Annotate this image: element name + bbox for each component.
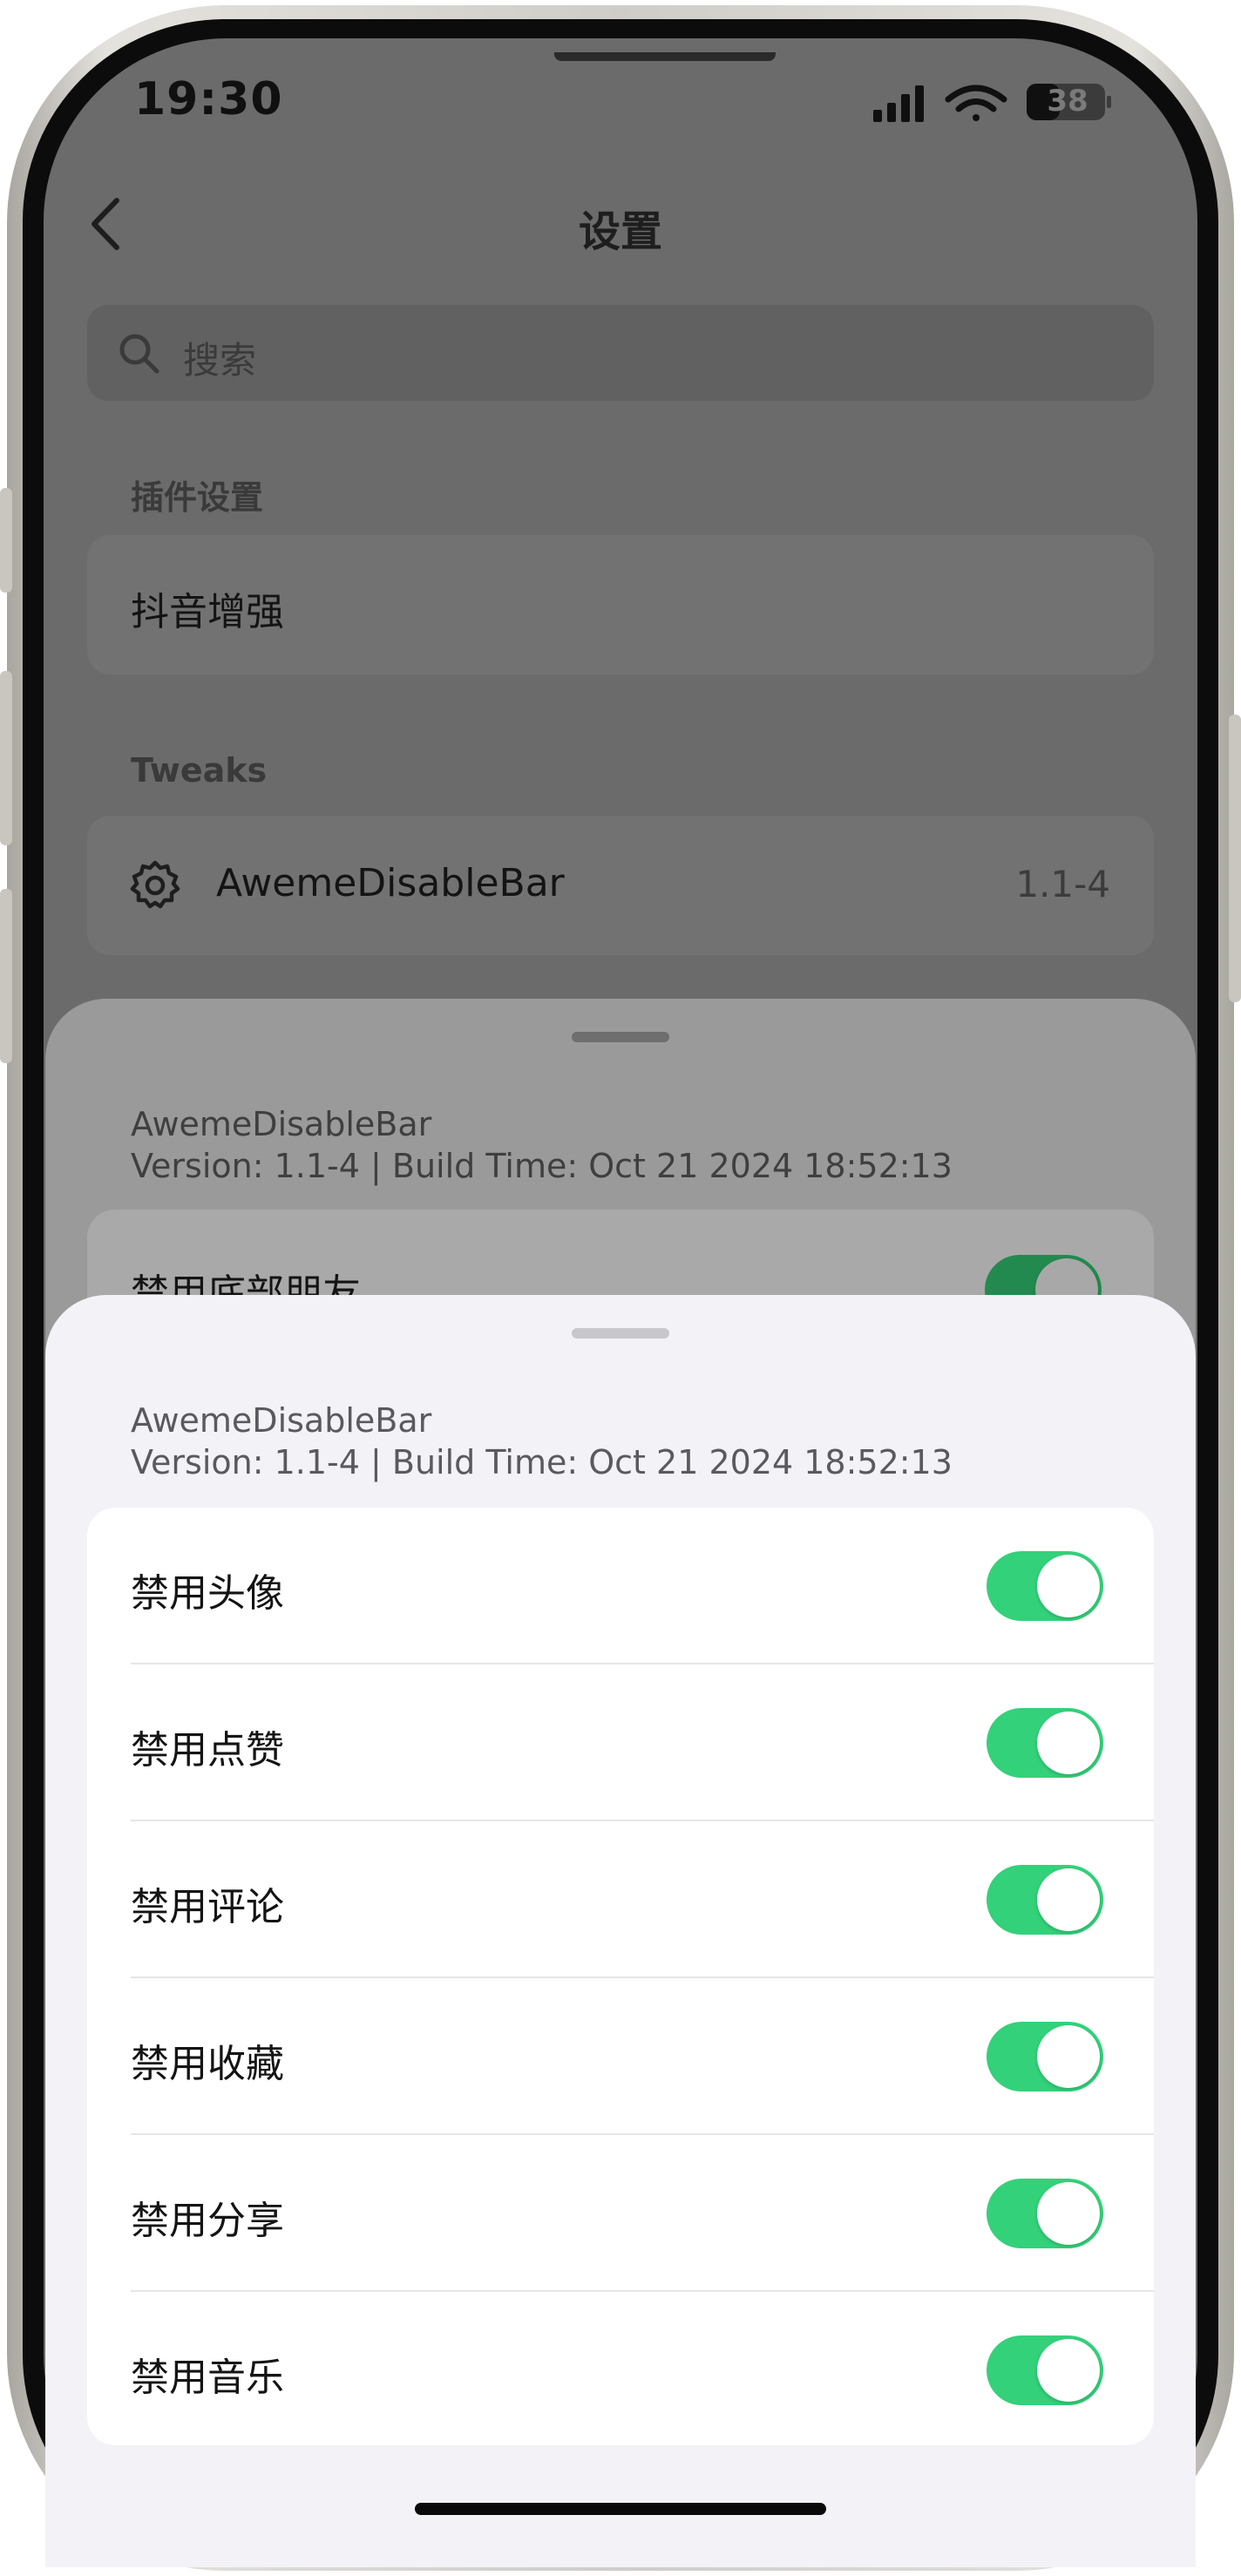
- status-time: 19:30: [134, 73, 283, 125]
- search-placeholder: 搜索: [183, 339, 257, 382]
- section-header-tweaks: Tweaks: [131, 751, 268, 790]
- row-label: 禁用收藏: [131, 2042, 284, 2086]
- list-item-label: 抖音增强: [131, 590, 284, 634]
- sensor-housing: [554, 52, 776, 61]
- sheet-grabber[interactable]: [572, 1328, 669, 1339]
- battery-level: 38: [1047, 84, 1088, 119]
- toggle-disable-like[interactable]: [987, 1708, 1103, 1778]
- row-label: 禁用评论: [131, 1885, 284, 1929]
- toggle-disable-share[interactable]: [987, 2179, 1103, 2248]
- list-item-label: AwemeDisableBar: [216, 861, 565, 905]
- row-label: 禁用分享: [131, 2199, 284, 2243]
- row-label: 禁用头像: [131, 1571, 284, 1616]
- action-button: [0, 488, 12, 593]
- volume-up-button: [0, 671, 12, 845]
- gear-icon: [130, 860, 180, 909]
- sheet-title: AwemeDisableBar: [131, 1105, 432, 1143]
- wifi-icon: [945, 85, 1007, 121]
- toggle-disable-music[interactable]: [987, 2335, 1103, 2405]
- home-indicator: [415, 2503, 826, 2515]
- toggle-disable-comment[interactable]: [987, 1865, 1103, 1935]
- toggle-disable-favorite[interactable]: [987, 2022, 1103, 2091]
- power-button: [1229, 715, 1241, 1002]
- row-label: 禁用音乐: [131, 2356, 284, 2400]
- sheet-title: AwemeDisableBar: [131, 1401, 432, 1440]
- sheet-grabber[interactable]: [572, 1032, 669, 1042]
- cellular-signal-icon: [873, 85, 924, 122]
- page-title: 设置: [578, 207, 662, 256]
- search-icon: [119, 334, 159, 374]
- volume-down-button: [0, 889, 12, 1063]
- section-header-plugins: 插件设置: [131, 478, 264, 517]
- toggle-disable-avatar[interactable]: [987, 1551, 1103, 1621]
- sheet-version: Version: 1.1-4 | Build Time: Oct 21 2024…: [131, 1147, 953, 1185]
- sheet-version: Version: 1.1-4 | Build Time: Oct 21 2024…: [131, 1443, 953, 1481]
- tweak-version: 1.1-4: [1015, 863, 1110, 905]
- row-label: 禁用点赞: [131, 1728, 284, 1773]
